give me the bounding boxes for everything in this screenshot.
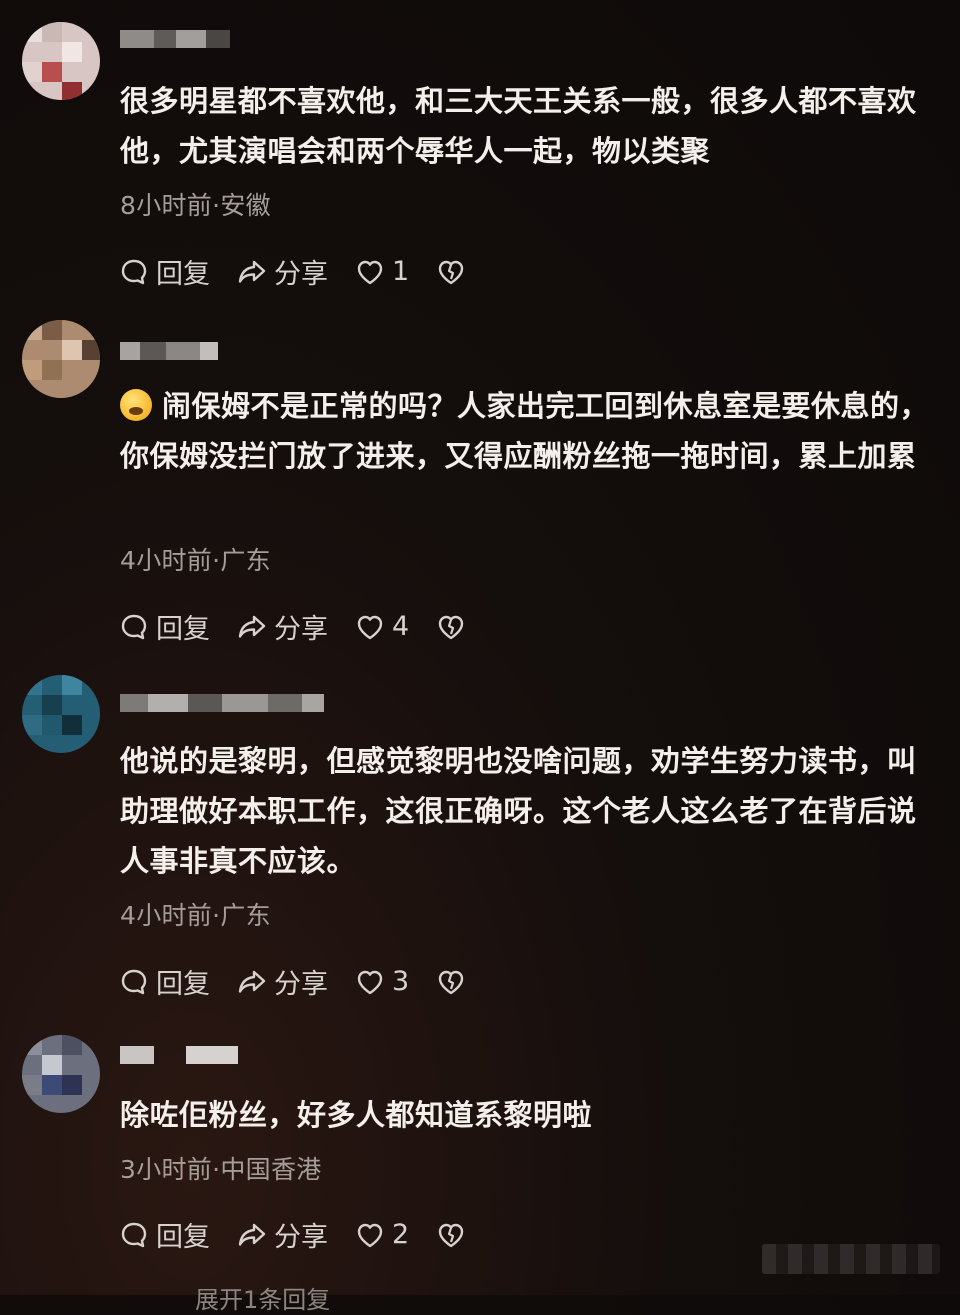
broken-heart-icon: [438, 615, 464, 639]
share-arrow-icon: [238, 260, 266, 283]
share-label: 分享: [274, 614, 328, 645]
comment-meta: 8小时前·安徽: [120, 191, 271, 220]
cold-sweat-emoji: [120, 389, 152, 421]
share-button[interactable]: 分享: [236, 1215, 328, 1254]
watermark: [762, 1244, 940, 1274]
share-label: 分享: [274, 969, 328, 1000]
reply-bubble-icon: [121, 259, 147, 284]
comment-text: 闹保姆不是正常的吗？人家出完工回到休息室是要休息的，你保姆没拦门放了进来，又得应…: [120, 381, 935, 481]
comment-actions: 回复 分享 1: [118, 252, 499, 291]
broken-heart-icon: [438, 970, 464, 994]
heart-icon: [357, 615, 383, 639]
like-button[interactable]: 3: [354, 966, 409, 998]
like-button[interactable]: 4: [354, 611, 409, 643]
broken-heart-icon: [438, 260, 464, 284]
expand-replies-link[interactable]: 展开1条回复: [195, 1280, 330, 1315]
dislike-button[interactable]: [435, 966, 473, 998]
share-button[interactable]: 分享: [236, 962, 328, 1001]
heart-icon: [357, 260, 383, 284]
comment-text: 很多明星都不喜欢他，和三大天王关系一般，很多人都不喜欢他，尤其演唱会和两个辱华人…: [120, 84, 917, 168]
dislike-button[interactable]: [435, 611, 473, 643]
dislike-button[interactable]: [435, 256, 473, 288]
avatar[interactable]: [22, 22, 100, 100]
broken-heart-icon: [438, 1223, 464, 1247]
share-arrow-icon: [238, 1223, 266, 1246]
share-button[interactable]: 分享: [236, 252, 328, 291]
reply-button[interactable]: 回复: [118, 607, 210, 646]
reply-button[interactable]: 回复: [118, 962, 210, 1001]
share-button[interactable]: 分享: [236, 607, 328, 646]
like-button[interactable]: 1: [354, 256, 409, 288]
like-count: 4: [392, 611, 410, 642]
comment-text-content: 闹保姆不是正常的吗？人家出完工回到休息室是要休息的，你保姆没拦门放了进来，又得应…: [120, 389, 930, 473]
share-label: 分享: [274, 1222, 328, 1253]
username-redacted[interactable]: [120, 24, 230, 54]
avatar[interactable]: [22, 675, 100, 753]
comment-actions: 回复 分享 4: [118, 607, 499, 646]
reply-label: 回复: [156, 259, 210, 290]
dislike-button[interactable]: [435, 1219, 473, 1251]
share-arrow-icon: [238, 970, 266, 993]
username-redacted[interactable]: [120, 688, 324, 718]
comment-text: 除咗佢粉丝，好多人都知道系黎明啦: [120, 1098, 593, 1132]
like-button[interactable]: 2: [354, 1219, 409, 1251]
reply-label: 回复: [156, 969, 210, 1000]
reply-label: 回复: [156, 614, 210, 645]
comment-meta: 4小时前·广东: [120, 546, 271, 575]
reply-bubble-icon: [121, 1222, 147, 1247]
comment-actions: 回复 分享 2: [118, 1215, 499, 1254]
username-redacted[interactable]: [120, 1040, 238, 1070]
comment-meta: 4小时前·广东: [120, 901, 271, 930]
like-count: 1: [392, 256, 410, 287]
like-count: 2: [392, 1219, 410, 1250]
reply-button[interactable]: 回复: [118, 1215, 210, 1254]
heart-icon: [357, 970, 383, 994]
reply-button[interactable]: 回复: [118, 252, 210, 291]
comment-text: 他说的是黎明，但感觉黎明也没啥问题，劝学生努力读书，叫助理做好本职工作，这很正确…: [120, 744, 917, 878]
share-label: 分享: [274, 259, 328, 290]
reply-label: 回复: [156, 1222, 210, 1253]
like-count: 3: [392, 966, 410, 997]
username-redacted[interactable]: [120, 336, 218, 366]
heart-icon: [357, 1223, 383, 1247]
comment-meta: 3小时前·中国香港: [120, 1155, 322, 1184]
comment-actions: 回复 分享 3: [118, 962, 499, 1001]
share-arrow-icon: [238, 615, 266, 638]
reply-bubble-icon: [121, 969, 147, 994]
avatar[interactable]: [22, 1035, 100, 1113]
avatar[interactable]: [22, 320, 100, 398]
reply-bubble-icon: [121, 614, 147, 639]
